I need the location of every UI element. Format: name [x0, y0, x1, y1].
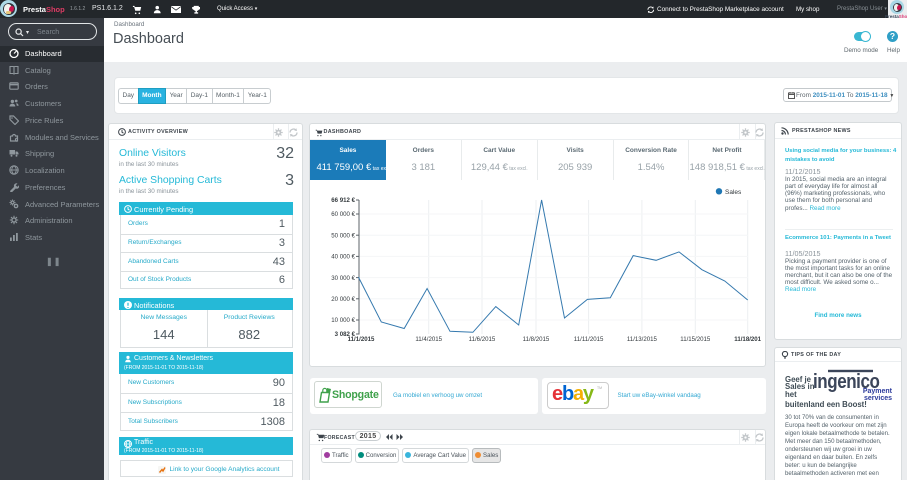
svg-text:11/18/201: 11/18/201 — [734, 336, 761, 343]
svg-text:11/1/2015: 11/1/2015 — [348, 336, 375, 343]
svg-text:11/15/2015: 11/15/2015 — [680, 336, 711, 343]
svg-text:40 000 €: 40 000 € — [331, 254, 355, 261]
svg-text:30 000 €: 30 000 € — [331, 275, 355, 282]
svg-text:11/4/2015: 11/4/2015 — [415, 336, 442, 343]
svg-text:66 912 €: 66 912 € — [331, 197, 355, 204]
svg-text:services: services — [864, 395, 892, 402]
svg-text:10 000 €: 10 000 € — [331, 317, 355, 324]
svg-text:Payment: Payment — [863, 388, 893, 395]
svg-text:Sales: Sales — [725, 189, 742, 196]
svg-text:11/8/2015: 11/8/2015 — [523, 336, 550, 343]
svg-text:50 000 €: 50 000 € — [331, 232, 355, 239]
svg-text:20 000 €: 20 000 € — [331, 296, 355, 303]
svg-text:11/11/2015: 11/11/2015 — [574, 336, 604, 343]
svg-text:11/6/2015: 11/6/2015 — [469, 336, 496, 343]
svg-text:11/13/2015: 11/13/2015 — [627, 336, 658, 343]
svg-text:60 000 €: 60 000 € — [331, 211, 355, 218]
